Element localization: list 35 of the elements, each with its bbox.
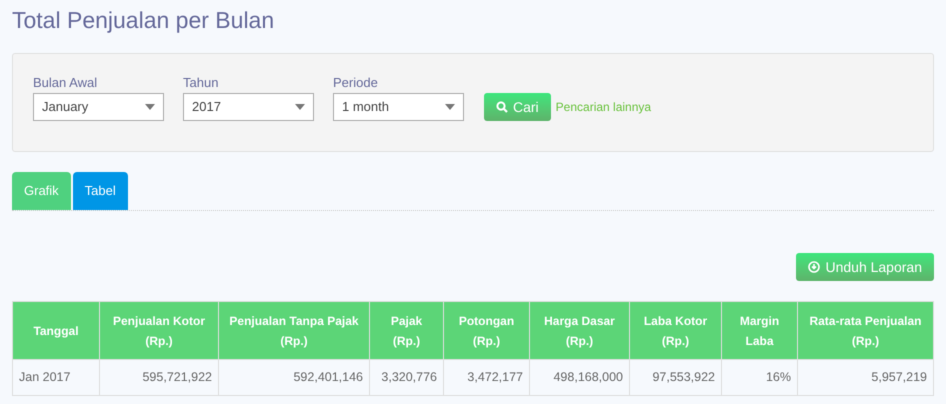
field-label: Periode — [333, 75, 378, 91]
tab[interactable]: Tabel — [72, 172, 128, 210]
table-cell: 595,721,922 — [100, 360, 218, 396]
caret-icon — [145, 104, 155, 110]
download-button[interactable]: Unduh Laporan — [796, 253, 934, 281]
select-field[interactable]: 1 month — [333, 93, 464, 121]
table-cell: 97,553,922 — [630, 360, 722, 396]
table-cell: 498,168,000 — [530, 360, 630, 396]
select-field[interactable]: 2017 — [183, 93, 314, 121]
column-header: Margin Laba — [722, 302, 798, 360]
table-cell: 5,957,219 — [798, 360, 934, 396]
column-header: Pajak (Rp.) — [370, 302, 444, 360]
field-label: Tahun — [183, 75, 218, 91]
table-cell: 16% — [722, 360, 798, 396]
select-field[interactable]: January — [33, 93, 164, 121]
page-title: Total Penjualan per Bulan — [12, 6, 274, 34]
column-header: Laba Kotor (Rp.) — [630, 302, 722, 360]
table-cell: 592,401,146 — [218, 360, 370, 396]
caret-icon — [445, 104, 455, 110]
column-header: Potongan (Rp.) — [444, 302, 530, 360]
tab[interactable]: Grafik — [12, 172, 71, 210]
search-icon — [496, 101, 508, 113]
more-search-link[interactable]: Pencarian lainnya — [556, 98, 652, 116]
table-cell: 3,472,177 — [444, 360, 530, 396]
column-header: Tanggal — [12, 302, 100, 360]
column-header: Penjualan Tanpa Pajak (Rp.) — [218, 302, 370, 360]
column-header: Harga Dasar (Rp.) — [530, 302, 630, 360]
download-icon — [808, 261, 820, 273]
column-header: Rata-rata Penjualan (Rp.) — [798, 302, 934, 360]
table-cell: 3,320,776 — [370, 360, 444, 396]
table-cell: Jan 2017 — [12, 360, 100, 396]
column-header: Penjualan Kotor (Rp.) — [100, 302, 218, 360]
caret-icon — [295, 104, 305, 110]
search-button[interactable]: Cari — [484, 93, 551, 121]
field-label: Bulan Awal — [33, 75, 98, 91]
